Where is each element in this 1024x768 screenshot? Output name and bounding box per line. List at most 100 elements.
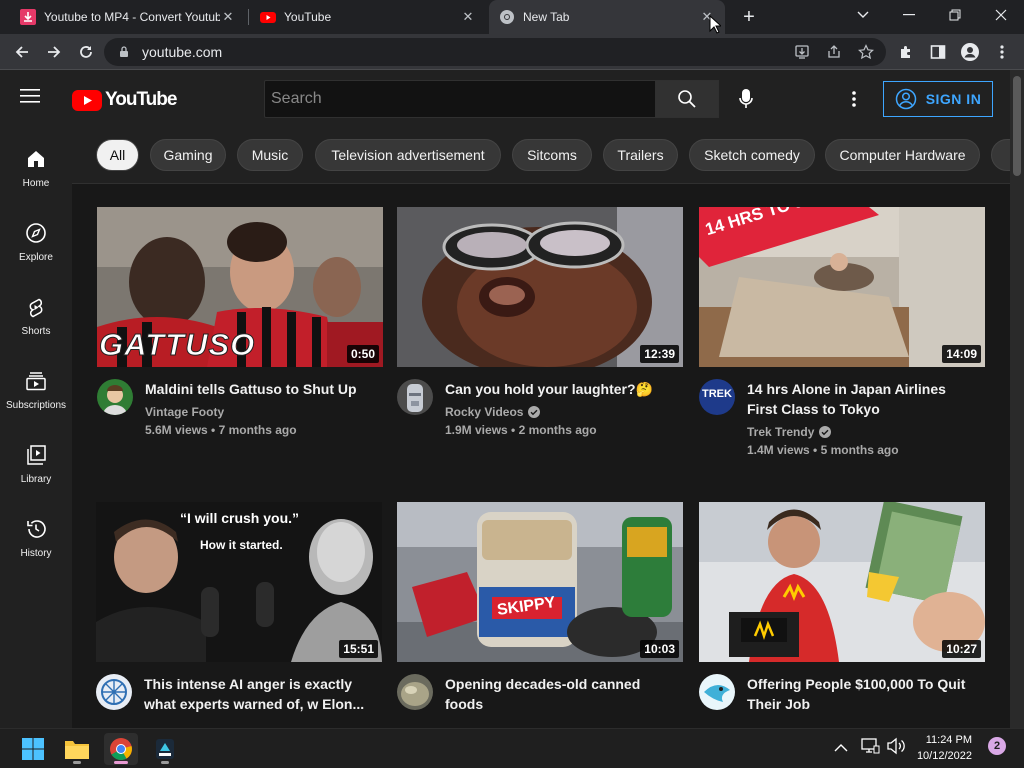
taskbar-app[interactable] (148, 733, 182, 765)
youtube-logo[interactable]: YouTube (72, 88, 177, 112)
video-thumbnail[interactable]: 10:27 (699, 502, 985, 662)
taskbar-chrome[interactable] (104, 733, 138, 765)
video-title[interactable]: This intense AI anger is exactly what ex… (144, 674, 376, 714)
thumbnail-overlay-subtext: How it started. (200, 538, 283, 552)
page-scrollbar[interactable] (1010, 70, 1024, 728)
chrome-icon (110, 738, 132, 760)
chip-television-advertisement[interactable]: Television advertisement (315, 139, 501, 171)
channel-name-text: Rocky Videos (445, 405, 524, 419)
chip-music[interactable]: Music (237, 139, 303, 171)
channel-name[interactable]: Trek Trendy (747, 423, 979, 441)
voice-search-button[interactable] (730, 84, 762, 114)
upload-age: 5 months ago (820, 443, 899, 457)
reload-button[interactable] (72, 38, 100, 66)
channel-name[interactable]: Rocky Videos (445, 403, 677, 421)
avatar-image (97, 379, 133, 415)
video-title[interactable]: 14 hrs Alone in Japan Airlines First Cla… (747, 379, 979, 419)
chrome-icon (500, 10, 514, 24)
video-title[interactable]: Offering People $100,000 To Quit Their J… (747, 674, 979, 714)
sidebar-item-explore[interactable]: Explore (0, 202, 72, 276)
video-thumbnail[interactable]: SKIPPY 10:03 (397, 502, 683, 662)
speaker-icon (887, 737, 905, 755)
video-thumbnail[interactable]: “I will crush you.” How it started. 15:5… (96, 502, 382, 662)
video-title[interactable]: Can you hold your laughter?🤔 (445, 379, 677, 399)
start-button[interactable] (16, 733, 50, 765)
channel-avatar[interactable] (699, 674, 735, 710)
channel-avatar[interactable] (397, 379, 433, 415)
channel-avatar[interactable] (97, 379, 133, 415)
notification-badge[interactable]: 2 (988, 737, 1006, 755)
chip-computer-hardware[interactable]: Computer Hardware (825, 139, 980, 171)
arrow-right-icon (48, 46, 61, 58)
forward-button[interactable] (40, 38, 68, 66)
back-button[interactable] (8, 38, 36, 66)
sidebar-item-shorts[interactable]: Shorts (0, 276, 72, 350)
extensions-button[interactable] (892, 38, 920, 66)
thumbnail-overlay-text: GATTUSO (98, 327, 256, 363)
clock-time: 11:24 PM (925, 734, 972, 746)
bookmark-star-icon[interactable] (858, 44, 874, 60)
minimize-button[interactable] (886, 0, 932, 30)
video-thumbnail[interactable]: 12:39 (397, 207, 683, 367)
channel-avatar[interactable] (96, 674, 132, 710)
browser-menu-button[interactable] (988, 38, 1016, 66)
side-panel-button[interactable] (924, 38, 952, 66)
shorts-icon (29, 298, 43, 318)
side-panel-icon (930, 45, 946, 59)
youtube-header: YouTube Search SIGN IN (0, 70, 1010, 128)
share-icon[interactable] (826, 44, 842, 60)
channel-avatar[interactable] (397, 674, 433, 710)
chip-trailers[interactable]: Trailers (603, 139, 678, 171)
video-title[interactable]: Maldini tells Gattuso to Shut Up (145, 379, 377, 399)
taskbar-file-explorer[interactable] (60, 733, 94, 765)
sidebar-item-home[interactable]: Home (0, 128, 72, 202)
scrollbar-thumb[interactable] (1013, 76, 1021, 176)
close-tab-icon[interactable]: ✕ (220, 9, 236, 25)
new-tab-button[interactable]: + (737, 5, 761, 29)
close-tab-icon[interactable]: ✕ (460, 9, 476, 25)
tab-new-tab[interactable]: New Tab ✕ (489, 0, 725, 34)
sidebar-item-history[interactable]: History (0, 498, 72, 572)
volume-button[interactable] (886, 737, 906, 757)
thumbnail-image (397, 502, 683, 662)
network-button[interactable] (860, 737, 880, 757)
sidebar-item-label: Library (20, 474, 52, 485)
chip-overflow[interactable] (991, 139, 1010, 171)
hamburger-menu-button[interactable] (20, 88, 46, 110)
video-thumbnail[interactable]: GATTUSO 0:50 (97, 207, 383, 367)
chip-sketch-comedy[interactable]: Sketch comedy (689, 139, 815, 171)
tab-youtube[interactable]: YouTube ✕ (250, 0, 486, 34)
video-title[interactable]: Opening decades-old canned foods (445, 674, 677, 714)
youtube-icon (260, 12, 276, 23)
search-icon (678, 90, 696, 108)
chip-gaming[interactable]: Gaming (150, 139, 226, 171)
tab-search-button[interactable] (840, 0, 886, 30)
channel-avatar[interactable]: TREK (699, 379, 735, 415)
chip-sitcoms[interactable]: Sitcoms (512, 139, 592, 171)
more-vertical-icon (1000, 45, 1004, 59)
settings-menu-button[interactable] (842, 84, 866, 114)
tab-youtube-to-mp4[interactable]: Youtube to MP4 - Convert Youtube ✕ (10, 0, 246, 34)
restore-button[interactable] (932, 0, 978, 30)
sidebar-item-label: History (20, 548, 52, 559)
sign-in-button[interactable]: SIGN IN (883, 81, 993, 117)
profile-button[interactable] (956, 38, 984, 66)
video-thumbnail[interactable]: 14 HRS TO JAPAN 14:09 (699, 207, 985, 367)
address-bar[interactable]: youtube.com (104, 38, 886, 66)
search-button[interactable] (655, 80, 719, 118)
window-close-button[interactable] (978, 0, 1024, 30)
chip-all[interactable]: All (96, 139, 139, 171)
install-app-icon[interactable] (794, 44, 810, 60)
browser-tab-strip: Youtube to MP4 - Convert Youtube ✕ YouTu… (0, 0, 1024, 34)
system-clock[interactable]: 11:24 PM 10/12/2022 (912, 732, 972, 764)
logo-text: YouTube (105, 89, 177, 110)
chevron-down-icon (857, 11, 869, 18)
windows-taskbar: 11:24 PM 10/12/2022 2 (0, 728, 1024, 768)
channel-name-text: Trek Trendy (747, 425, 815, 439)
channel-name[interactable]: Vintage Footy (145, 403, 377, 421)
video-info: Offering People $100,000 To Quit Their J… (747, 674, 979, 714)
show-hidden-icons-button[interactable] (834, 739, 852, 757)
sidebar-item-library[interactable]: Library (0, 424, 72, 498)
sidebar-item-subscriptions[interactable]: Subscriptions (0, 350, 72, 424)
search-input[interactable]: Search (264, 80, 656, 118)
